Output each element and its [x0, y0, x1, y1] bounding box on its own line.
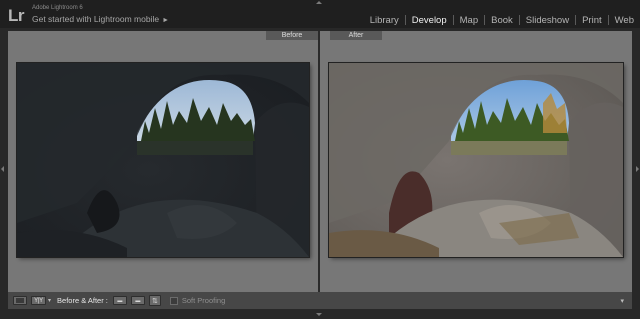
- copy-settings-icon: ▬: [117, 297, 123, 304]
- module-print[interactable]: Print: [582, 15, 602, 26]
- module-web[interactable]: Web: [615, 15, 634, 26]
- toolbar-content-dropdown-icon[interactable]: ▾: [620, 297, 624, 305]
- before-after-view-button[interactable]: Y|Y: [31, 296, 46, 305]
- view-mode-dropdown-icon[interactable]: ▾: [48, 297, 51, 304]
- module-separator: [452, 15, 454, 25]
- left-panel-toggle-icon[interactable]: [1, 166, 4, 172]
- module-develop[interactable]: Develop: [412, 15, 447, 26]
- lightroom-logo: Lr: [8, 6, 25, 25]
- before-after-view-icon: Y|Y: [34, 297, 43, 304]
- soft-proofing-checkbox[interactable]: [169, 296, 178, 305]
- module-book[interactable]: Book: [491, 15, 513, 26]
- before-after-label: Before & After :: [57, 296, 108, 305]
- module-map[interactable]: Map: [460, 15, 478, 26]
- loupe-view-icon: [16, 298, 24, 303]
- copy-settings-reverse-icon: ▬: [135, 297, 141, 304]
- after-photo[interactable]: [329, 63, 623, 257]
- play-arrow-icon: ►: [162, 17, 170, 24]
- right-panel-toggle-icon[interactable]: [636, 166, 639, 172]
- top-panel-toggle-icon[interactable]: [316, 1, 322, 4]
- module-library[interactable]: Library: [370, 15, 399, 26]
- loupe-view-button[interactable]: [13, 296, 27, 305]
- after-pane: After: [320, 31, 632, 292]
- develop-canvas: Before After: [8, 31, 632, 292]
- module-separator: [607, 15, 609, 25]
- after-label: After: [330, 31, 382, 40]
- soft-proofing-label: Soft Proofing: [181, 296, 226, 305]
- before-photo[interactable]: [17, 63, 309, 257]
- mobile-sync-label: Get started with Lightroom mobile: [32, 14, 160, 24]
- swap-icon: ⇅: [151, 297, 158, 305]
- module-slideshow[interactable]: Slideshow: [526, 15, 569, 26]
- module-separator: [575, 15, 577, 25]
- module-separator: [518, 15, 520, 25]
- copy-before-to-after-button[interactable]: ▬: [112, 296, 127, 305]
- after-photo-image: [329, 63, 623, 257]
- filmstrip-toggle-icon[interactable]: [316, 313, 322, 316]
- app-name: Adobe Lightroom 6: [32, 5, 83, 11]
- swap-before-after-button[interactable]: ⇅: [148, 295, 161, 306]
- module-separator: [484, 15, 486, 25]
- identity-plate: Lr Adobe Lightroom 6 Get started with Li…: [0, 0, 640, 28]
- develop-toolbar: Y|Y ▾ Before & After : ▬ ▬ ⇅ Soft Proofi…: [8, 292, 632, 309]
- module-picker: Library Develop Map Book Slideshow Print…: [370, 13, 640, 27]
- mobile-sync-link[interactable]: Get started with Lightroom mobile ►: [32, 14, 169, 24]
- before-pane: Before: [8, 31, 318, 292]
- before-photo-image: [17, 63, 309, 257]
- module-separator: [404, 15, 406, 25]
- before-label: Before: [266, 31, 318, 40]
- copy-after-to-before-button[interactable]: ▬: [130, 296, 145, 305]
